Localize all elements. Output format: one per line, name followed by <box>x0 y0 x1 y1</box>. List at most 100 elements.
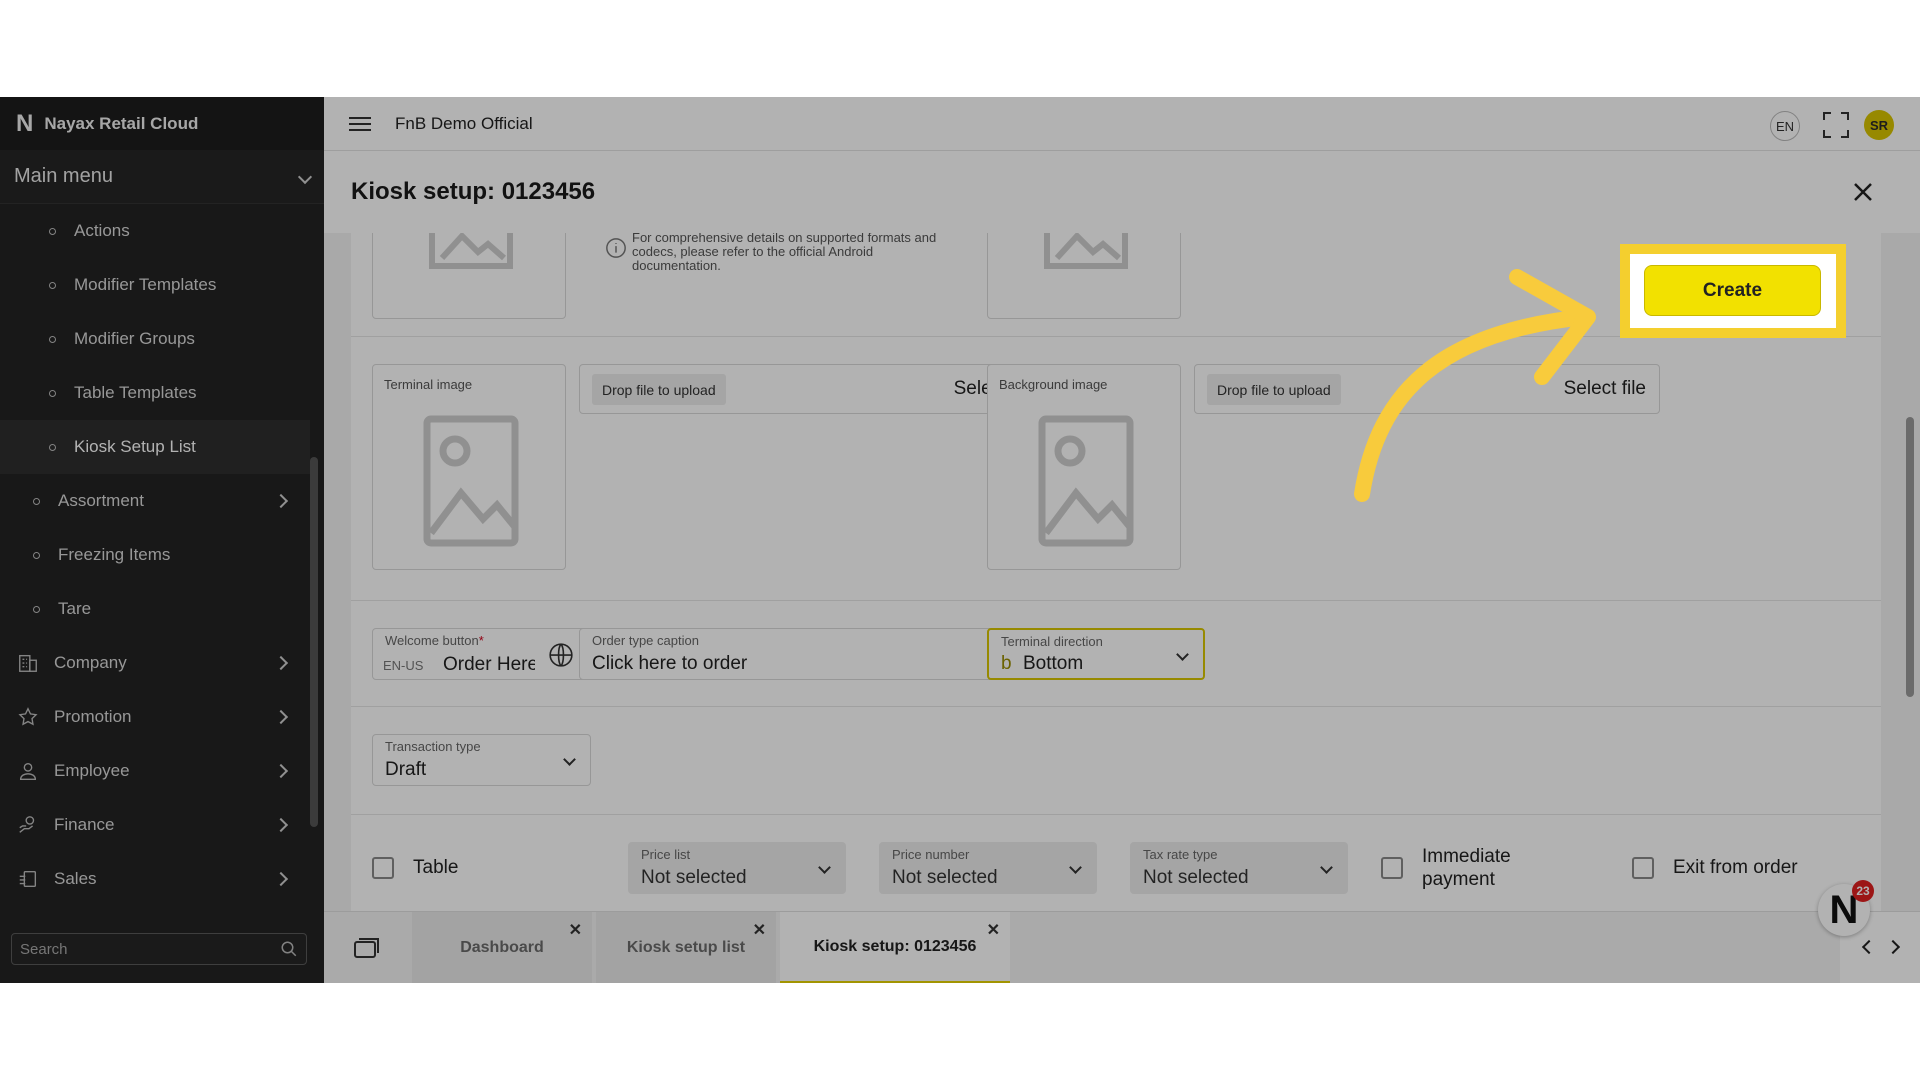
immediate-payment-checkbox[interactable] <box>1381 857 1403 879</box>
sales-icon <box>16 868 40 890</box>
main-menu-label: Main menu <box>14 165 113 187</box>
notification-bubble[interactable]: N 23 <box>1818 880 1874 936</box>
close-tab-icon[interactable]: ✕ <box>987 920 1000 940</box>
sidebar-item-sales[interactable]: Sales <box>0 852 310 906</box>
tab-label: Dashboard <box>460 939 544 956</box>
bullet-icon <box>33 551 40 559</box>
search-placeholder: Search <box>20 940 68 958</box>
chevron-down-icon <box>297 169 313 184</box>
welcome-button-field[interactable]: Welcome button* EN-US Order Here <box>372 628 591 680</box>
image-placeholder-icon <box>423 415 519 547</box>
image-preview-top-left <box>372 233 566 319</box>
sidebar-item-label: Modifier Templates <box>74 275 217 294</box>
hamburger-menu-icon[interactable] <box>349 113 371 135</box>
language-switch[interactable]: EN <box>1770 111 1800 141</box>
bullet-icon <box>33 497 40 505</box>
price-number-select[interactable]: Price number Not selected <box>879 842 1097 894</box>
terminal-image-label: Terminal image <box>384 377 473 392</box>
tab-kiosk-setup-list[interactable]: Kiosk setup list ✕ <box>596 912 776 983</box>
windows-icon[interactable] <box>354 938 380 958</box>
sidebar-item-actions[interactable]: Actions <box>0 204 310 258</box>
topbar: FnB Demo Official EN SR <box>324 97 1920 151</box>
globe-icon[interactable] <box>548 642 574 673</box>
sidebar-item-label: Modifier Groups <box>74 329 195 348</box>
sidebar-scrollbar[interactable] <box>310 457 318 827</box>
org-name: FnB Demo Official <box>395 113 533 133</box>
sidebar-item-modifier-templates[interactable]: Modifier Templates <box>0 258 310 312</box>
price-list-value: Not selected <box>641 867 747 888</box>
chevron-left-icon[interactable] <box>1861 939 1877 955</box>
info-text: For comprehensive details on supported f… <box>632 233 937 273</box>
price-list-label: Price list <box>641 847 691 862</box>
avatar[interactable]: SR <box>1864 110 1894 140</box>
sidebar-item-freezing-items[interactable]: Freezing Items <box>0 528 310 582</box>
chevron-right-icon <box>273 655 289 671</box>
transaction-type-value: Draft <box>385 759 427 780</box>
tab-label: Kiosk setup list <box>626 939 746 956</box>
user-icon <box>16 760 40 782</box>
sidebar-item-label: Finance <box>54 815 115 834</box>
immediate-payment-label: Immediate payment <box>1422 846 1511 890</box>
sidebar-item-table-templates[interactable]: Table Templates <box>0 366 310 420</box>
tab-kiosk-setup[interactable]: Kiosk setup: 0123456 ✕ <box>780 912 1010 983</box>
chevron-down-icon <box>1176 648 1189 661</box>
sidebar-item-assortment[interactable]: Assortment <box>0 474 310 528</box>
chevron-down-icon <box>1069 861 1082 874</box>
exit-from-order-checkbox[interactable] <box>1632 857 1654 879</box>
bullet-icon <box>49 281 56 289</box>
background-image-preview: Background image <box>987 364 1181 570</box>
transaction-type-select[interactable]: Transaction type Draft <box>372 734 591 786</box>
chevron-right-icon[interactable] <box>1885 939 1901 955</box>
close-tab-icon[interactable]: ✕ <box>753 920 766 940</box>
chevron-down-icon <box>1320 861 1333 874</box>
table-label: Table <box>413 857 459 878</box>
sidebar-item-label: Sales <box>54 869 97 888</box>
tax-rate-type-value: Not selected <box>1143 867 1249 888</box>
fullscreen-icon[interactable] <box>1822 111 1850 139</box>
sidebar-item-kiosk-setup-list[interactable]: Kiosk Setup List <box>0 420 310 474</box>
content-scrollbar[interactable] <box>1906 417 1914 697</box>
tax-rate-type-select[interactable]: Tax rate type Not selected <box>1130 842 1348 894</box>
table-checkbox[interactable] <box>372 857 394 879</box>
terminal-direction-prefix: b <box>1001 653 1012 674</box>
terminal-direction-select[interactable]: Terminal direction b Bottom <box>987 628 1205 680</box>
star-icon <box>16 706 40 728</box>
tab-dashboard[interactable]: Dashboard ✕ <box>412 912 592 983</box>
chevron-right-icon <box>273 709 289 725</box>
main-menu-toggle[interactable]: Main menu <box>0 150 324 204</box>
search-icon[interactable] <box>280 940 298 962</box>
sidebar-item-finance[interactable]: Finance <box>0 798 310 852</box>
terminal-image-dropzone[interactable]: Drop file to upload Select file <box>579 364 1050 414</box>
welcome-button-label: Welcome button* <box>385 633 484 648</box>
chevron-right-icon <box>273 871 289 887</box>
sidebar-item-company[interactable]: Company <box>0 636 310 690</box>
sidebar-search-input[interactable]: Search <box>11 933 307 965</box>
sidebar-item-tare[interactable]: Tare <box>0 582 310 636</box>
sidebar-item-label: Assortment <box>58 491 144 510</box>
bullet-icon <box>33 605 40 613</box>
sidebar-item-label: Promotion <box>54 707 132 726</box>
create-button[interactable]: Create <box>1644 265 1821 316</box>
terminal-direction-value: Bottom <box>1023 653 1084 674</box>
sidebar-menu: Actions Modifier Templates Modifier Grou… <box>0 204 310 906</box>
welcome-button-value: Order Here <box>443 654 535 675</box>
close-icon[interactable] <box>1850 179 1876 205</box>
sidebar-item-employee[interactable]: Employee <box>0 744 310 798</box>
sidebar-item-label: Freezing Items <box>58 545 171 564</box>
order-type-caption-field[interactable]: Order type caption Click here to order <box>579 628 1050 680</box>
terminal-direction-label: Terminal direction <box>1001 634 1103 649</box>
sidebar-item-promotion[interactable]: Promotion <box>0 690 310 744</box>
transaction-type-label: Transaction type <box>385 739 481 754</box>
brand: N Nayax Retail Cloud <box>0 97 324 150</box>
welcome-card: Welcome button* EN-US Order Here Order t… <box>351 601 1881 707</box>
transaction-card: Transaction type Draft <box>351 707 1881 815</box>
tab-label: Kiosk setup: 0123456 <box>813 937 977 955</box>
sidebar-item-modifier-groups[interactable]: Modifier Groups <box>0 312 310 366</box>
page-title: Kiosk setup: 0123456 <box>351 178 596 205</box>
sidebar-item-label: Kiosk Setup List <box>74 437 196 456</box>
order-type-caption-label: Order type caption <box>592 633 699 648</box>
bullet-icon <box>49 335 56 343</box>
page-header: Kiosk setup: 0123456 <box>324 151 1920 233</box>
price-list-select[interactable]: Price list Not selected <box>628 842 846 894</box>
close-tab-icon[interactable]: ✕ <box>569 920 582 940</box>
